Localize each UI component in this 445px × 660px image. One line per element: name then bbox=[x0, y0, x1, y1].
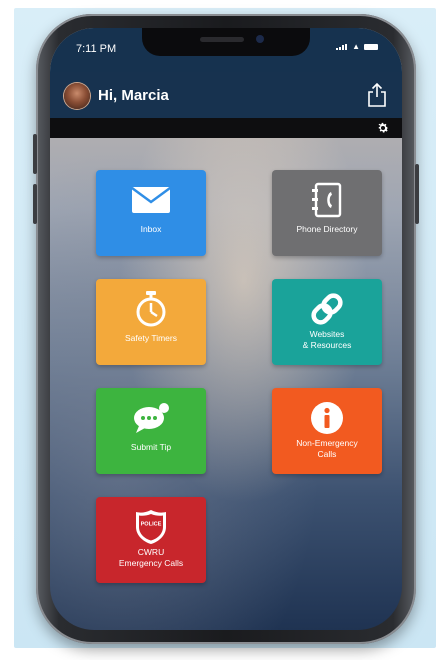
tile-inbox[interactable]: Inbox bbox=[96, 170, 206, 256]
police-badge-icon: POLICE bbox=[136, 510, 166, 544]
tile-cwru-emergency-calls[interactable]: POLICE CWRU Emergency Calls bbox=[96, 497, 206, 583]
envelope-icon bbox=[131, 186, 171, 213]
tile-label: CWRU Emergency Calls bbox=[118, 547, 184, 568]
tile-label: Websites & Resources bbox=[302, 329, 352, 350]
tile-label: Safety Timers bbox=[125, 333, 177, 343]
status-bar: 7:11 PM ▲ bbox=[50, 28, 402, 72]
settings-bar bbox=[50, 118, 402, 138]
phone-frame: 7:11 PM ▲ Hi, Marcia Inbox Phone Directo… bbox=[33, 14, 419, 644]
tile-submit-tip[interactable]: Submit Tip bbox=[96, 388, 206, 474]
front-camera bbox=[256, 35, 264, 43]
wifi-icon: ▲ bbox=[352, 42, 360, 51]
link-icon bbox=[311, 293, 343, 325]
speaker-grille bbox=[200, 37, 244, 42]
share-icon[interactable] bbox=[366, 82, 388, 108]
status-time: 7:11 PM bbox=[76, 43, 117, 55]
volume-down-button bbox=[33, 184, 37, 224]
tile-safety-timers[interactable]: Safety Timers bbox=[96, 279, 206, 365]
status-icons: ▲ bbox=[336, 43, 378, 51]
phone-book-icon bbox=[312, 182, 342, 218]
app-header: Hi, Marcia bbox=[50, 72, 402, 118]
greeting-text: Hi, Marcia bbox=[98, 87, 169, 104]
signal-icon bbox=[336, 44, 348, 50]
tile-label: Phone Directory bbox=[296, 224, 358, 234]
battery-icon bbox=[364, 44, 378, 50]
tile-non-emergency-calls[interactable]: Non-Emergency Calls bbox=[272, 388, 382, 474]
tile-websites-resources[interactable]: Websites & Resources bbox=[272, 279, 382, 365]
notch bbox=[142, 28, 310, 56]
gear-icon[interactable] bbox=[376, 121, 390, 135]
power-button bbox=[415, 164, 419, 224]
tile-label: Non-Emergency Calls bbox=[296, 438, 358, 459]
chat-bubble-icon bbox=[134, 403, 169, 433]
stopwatch-icon bbox=[136, 291, 166, 327]
info-icon bbox=[311, 402, 343, 434]
tile-label: Submit Tip bbox=[130, 442, 172, 452]
avatar[interactable] bbox=[64, 83, 90, 109]
badge-text: POLICE bbox=[141, 522, 162, 528]
tile-phone-directory[interactable]: Phone Directory bbox=[272, 170, 382, 256]
volume-up-button bbox=[33, 134, 37, 174]
phone-screen: 7:11 PM ▲ Hi, Marcia Inbox Phone Directo… bbox=[50, 28, 402, 630]
tile-label: Inbox bbox=[140, 224, 162, 234]
